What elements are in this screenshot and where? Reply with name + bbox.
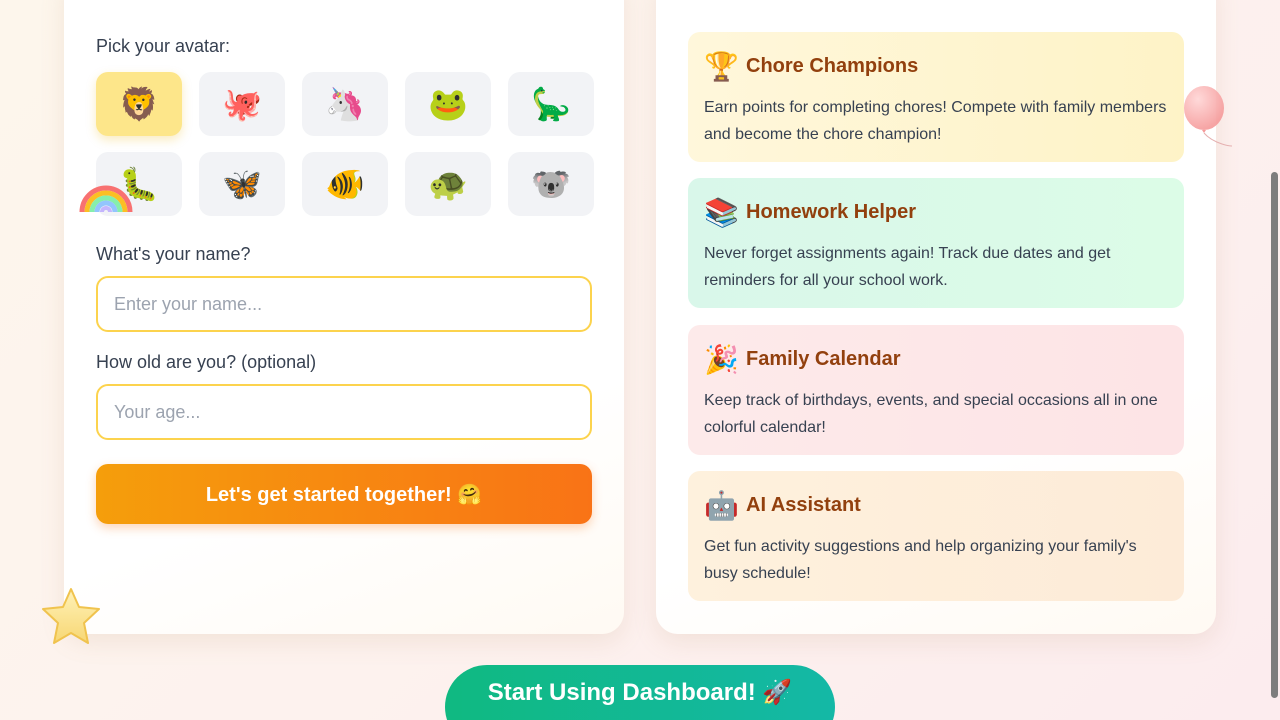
turtle-icon: 🐢 — [428, 166, 468, 202]
rainbow-icon — [79, 185, 133, 213]
profile-setup-card: Pick your avatar: 🦁 🐙 🦄 🐸 🦕 🐛 🦋 🐠 🐢 🐨 Wh… — [64, 0, 624, 634]
avatar-option-lion[interactable]: 🦁 — [96, 72, 182, 136]
feature-ai-assistant: 🤖 AI Assistant Get fun activity suggesti… — [688, 471, 1184, 601]
books-icon: 📚 — [704, 196, 739, 228]
avatar-option-butterfly[interactable]: 🦋 — [199, 152, 285, 216]
feature-title: Homework Helper — [746, 200, 917, 223]
lion-icon: 🦁 — [119, 86, 159, 122]
feature-family-calendar: 🎉 Family Calendar Keep track of birthday… — [688, 325, 1184, 455]
get-started-button[interactable]: Let's get started together! 🤗 — [96, 464, 592, 524]
avatar-option-koala[interactable]: 🐨 — [508, 152, 594, 216]
features-card: 🏆 Chore Champions Earn points for comple… — [656, 0, 1216, 634]
party-popper-icon: 🎉 — [704, 343, 739, 375]
name-label: What's your name? — [96, 244, 251, 264]
robot-icon: 🤖 — [704, 489, 739, 521]
feature-description: Never forget assignments again! Track du… — [704, 245, 1111, 289]
avatar-label: Pick your avatar: — [96, 36, 231, 56]
unicorn-icon: 🦄 — [325, 86, 365, 122]
avatar-option-dinosaur[interactable]: 🦕 — [508, 72, 594, 136]
avatar-option-frog[interactable]: 🐸 — [405, 72, 491, 136]
butterfly-icon: 🦋 — [222, 166, 262, 202]
koala-icon: 🐨 — [531, 166, 571, 202]
age-input[interactable] — [96, 384, 592, 440]
frog-icon: 🐸 — [428, 86, 468, 122]
scrollbar-thumb[interactable] — [1271, 172, 1278, 698]
feature-homework-helper: 📚 Homework Helper Never forget assignmen… — [688, 178, 1184, 308]
feature-description: Get fun activity suggestions and help or… — [704, 538, 1137, 582]
star-icon — [42, 588, 100, 644]
avatar-option-turtle[interactable]: 🐢 — [405, 152, 491, 216]
feature-title: Family Calendar — [746, 347, 901, 370]
avatar-option-unicorn[interactable]: 🦄 — [302, 72, 388, 136]
feature-title: Chore Champions — [746, 54, 919, 77]
age-label: How old are you? (optional) — [96, 352, 317, 372]
octopus-icon: 🐙 — [222, 86, 262, 122]
avatar-grid: 🦁 🐙 🦄 🐸 🦕 🐛 🦋 🐠 🐢 🐨 — [96, 72, 594, 216]
balloon-icon — [1184, 86, 1233, 147]
name-input[interactable] — [96, 276, 592, 332]
start-dashboard-button[interactable]: Start Using Dashboard! 🚀 — [445, 665, 835, 720]
avatar-option-fish[interactable]: 🐠 — [302, 152, 388, 216]
feature-description: Earn points for completing chores! Compe… — [704, 99, 1167, 143]
dinosaur-icon: 🦕 — [531, 86, 571, 122]
fish-icon: 🐠 — [325, 166, 365, 202]
feature-title: AI Assistant — [746, 493, 861, 516]
avatar-option-octopus[interactable]: 🐙 — [199, 72, 285, 136]
trophy-icon: 🏆 — [704, 50, 739, 82]
feature-description: Keep track of birthdays, events, and spe… — [704, 392, 1158, 436]
feature-chore-champions: 🏆 Chore Champions Earn points for comple… — [688, 32, 1184, 162]
